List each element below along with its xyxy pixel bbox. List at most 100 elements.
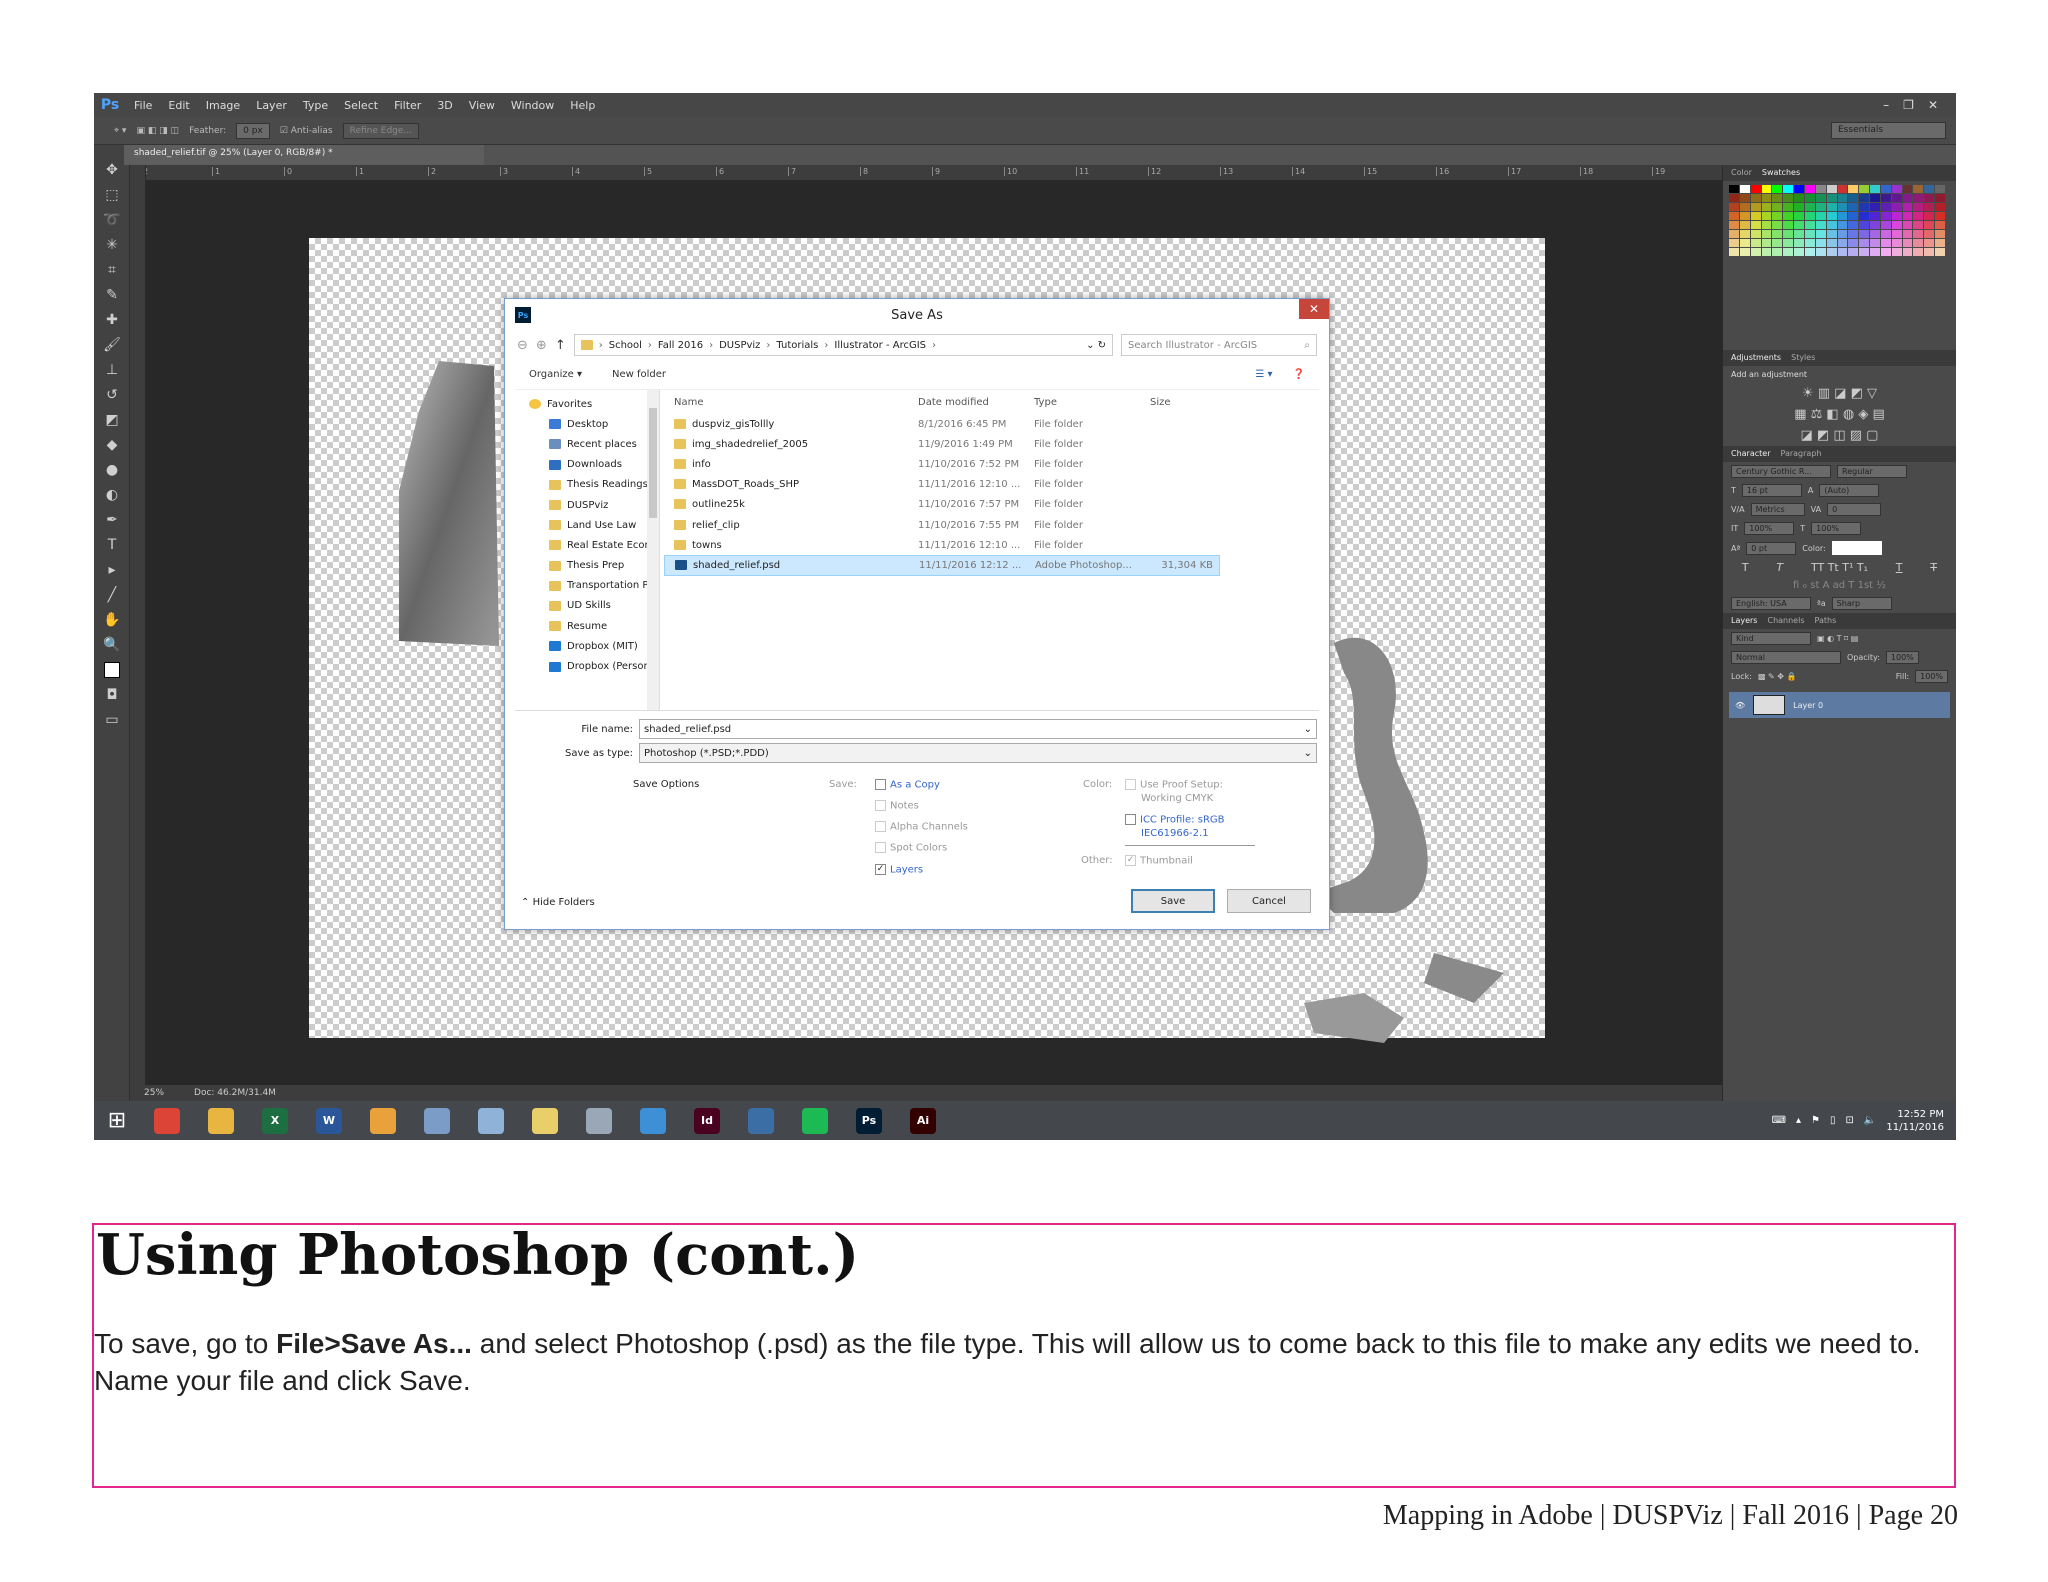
taskbar-app[interactable] <box>518 1101 572 1140</box>
swatch[interactable] <box>1815 194 1826 202</box>
file-row[interactable]: relief_clip 11/10/2016 7:55 PM File folder <box>664 515 1319 535</box>
taskbar-app[interactable]: W <box>302 1101 356 1140</box>
swatch[interactable] <box>1837 203 1848 211</box>
file-row[interactable]: shaded_relief.psd 11/11/2016 12:12 ... Ado… <box>664 555 1220 576</box>
zoom-level[interactable]: 25% <box>144 1088 164 1098</box>
swatch[interactable] <box>1902 212 1913 220</box>
swatch[interactable] <box>1902 230 1913 238</box>
swatch[interactable] <box>1772 194 1783 202</box>
organize-button[interactable]: Organize ▾ <box>529 369 582 380</box>
swatch[interactable] <box>1913 194 1924 202</box>
crop-tool-icon[interactable]: ⌗ <box>94 257 130 282</box>
swatch[interactable] <box>1739 185 1750 193</box>
swatch[interactable] <box>1739 203 1750 211</box>
swatch[interactable] <box>1815 221 1826 229</box>
swatch[interactable] <box>1804 221 1815 229</box>
menu-image[interactable]: Image <box>198 99 248 112</box>
menu-layer[interactable]: Layer <box>248 99 295 112</box>
crumb-fall-2016[interactable]: Fall 2016 <box>658 340 703 351</box>
swatch[interactable] <box>1826 221 1837 229</box>
swatch[interactable] <box>1891 194 1902 202</box>
swatch[interactable] <box>1837 185 1848 193</box>
swatch[interactable] <box>1772 230 1783 238</box>
taskbar-app[interactable] <box>734 1101 788 1140</box>
zoom-tool-icon[interactable]: 🔍 <box>94 632 130 657</box>
volume-icon[interactable]: 🔈 <box>1864 1115 1876 1126</box>
swatch[interactable] <box>1783 230 1794 238</box>
swatch[interactable] <box>1837 194 1848 202</box>
swatch[interactable] <box>1848 221 1859 229</box>
swatch[interactable] <box>1804 203 1815 211</box>
icc-profile-option[interactable]: ICC Profile: sRGB <box>1125 814 1225 826</box>
font-style-select[interactable]: Regular <box>1837 465 1907 478</box>
nav-item[interactable]: Dropbox (Person <box>515 656 659 676</box>
blur-tool-icon[interactable]: ● <box>94 457 130 482</box>
nav-item[interactable]: Thesis Readings <box>515 475 659 495</box>
swatch[interactable] <box>1848 212 1859 220</box>
swatch[interactable] <box>1826 239 1837 247</box>
swatch[interactable] <box>1739 230 1750 238</box>
swatch[interactable] <box>1848 194 1859 202</box>
swatch[interactable] <box>1913 203 1924 211</box>
swatch[interactable] <box>1783 239 1794 247</box>
menu-view[interactable]: View <box>461 99 503 112</box>
swatch[interactable] <box>1848 185 1859 193</box>
up-arrow-icon[interactable]: ↑ <box>555 338 566 353</box>
swatch[interactable] <box>1880 230 1891 238</box>
nav-item[interactable]: Favorites <box>515 394 659 414</box>
nav-scrollbar[interactable] <box>647 390 659 710</box>
swatch[interactable] <box>1924 239 1935 247</box>
address-dropdown-icon[interactable]: ⌄ ↻ <box>1086 340 1106 351</box>
swatch[interactable] <box>1902 203 1913 211</box>
save-button[interactable]: Save <box>1131 889 1215 913</box>
text-style-buttons[interactable]: T T TT Tt T¹ T₁ T T <box>1723 558 1956 577</box>
document-tab[interactable]: shaded_relief.tif @ 25% (Layer 0, RGB/8#… <box>124 145 484 165</box>
lasso-tool-icon[interactable]: ➰ <box>94 207 130 232</box>
swatch[interactable] <box>1837 248 1848 256</box>
feather-input[interactable]: 0 px <box>236 122 270 139</box>
font-family-select[interactable]: Century Gothic R... <box>1731 465 1831 478</box>
swatch[interactable] <box>1913 230 1924 238</box>
swatch[interactable] <box>1794 212 1804 220</box>
tray-arrow-icon[interactable]: ▴ <box>1796 1115 1801 1126</box>
nav-item[interactable]: Downloads <box>515 455 659 475</box>
swatch[interactable] <box>1870 194 1880 202</box>
swatch[interactable] <box>1891 212 1902 220</box>
filter-icons[interactable]: ▣ ◐ T ⌑ ▤ <box>1817 634 1858 643</box>
swatch[interactable] <box>1935 230 1945 238</box>
nav-item[interactable]: DUSPviz <box>515 495 659 515</box>
menu-edit[interactable]: Edit <box>160 99 197 112</box>
swatch[interactable] <box>1804 194 1815 202</box>
hscale-field[interactable]: 100% <box>1811 522 1862 535</box>
opentype-buttons[interactable]: fi ℴ st A ad T 1st ½ <box>1723 577 1956 594</box>
swatch[interactable] <box>1870 230 1880 238</box>
swatch[interactable] <box>1913 221 1924 229</box>
taskbar-app[interactable]: Ps <box>842 1101 896 1140</box>
taskbar-app[interactable] <box>626 1101 680 1140</box>
save-as-type-select[interactable]: Photoshop (*.PSD;*.PDD) ⌄ <box>639 743 1317 763</box>
taskbar-app[interactable] <box>788 1101 842 1140</box>
swatch[interactable] <box>1804 230 1815 238</box>
swatch[interactable] <box>1826 230 1837 238</box>
swatch[interactable] <box>1880 194 1891 202</box>
swatch[interactable] <box>1804 185 1815 193</box>
swatch[interactable] <box>1870 239 1880 247</box>
nav-item[interactable]: Land Use Law <box>515 515 659 535</box>
menu-filter[interactable]: Filter <box>386 99 429 112</box>
swatch[interactable] <box>1804 212 1815 220</box>
taskbar-app[interactable]: Ai <box>896 1101 950 1140</box>
swatch[interactable] <box>1880 185 1891 193</box>
swatch[interactable] <box>1750 203 1761 211</box>
eye-icon[interactable]: 👁 <box>1735 701 1745 710</box>
adjustment-icons-row3[interactable]: ◪ ◩ ◫ ▨ ▢ <box>1723 425 1956 446</box>
tab-swatches[interactable]: Swatches <box>1762 168 1800 178</box>
swatches-grid[interactable] <box>1729 185 1945 256</box>
forward-icon[interactable]: ⊕ <box>536 338 547 353</box>
swatch[interactable] <box>1794 248 1804 256</box>
fill-field[interactable]: 100% <box>1915 670 1948 683</box>
swatch[interactable] <box>1772 212 1783 220</box>
view-options-icon[interactable]: ☰ ▾ <box>1255 369 1272 380</box>
swatch[interactable] <box>1761 221 1772 229</box>
swatch[interactable] <box>1750 230 1761 238</box>
swatch[interactable] <box>1815 230 1826 238</box>
